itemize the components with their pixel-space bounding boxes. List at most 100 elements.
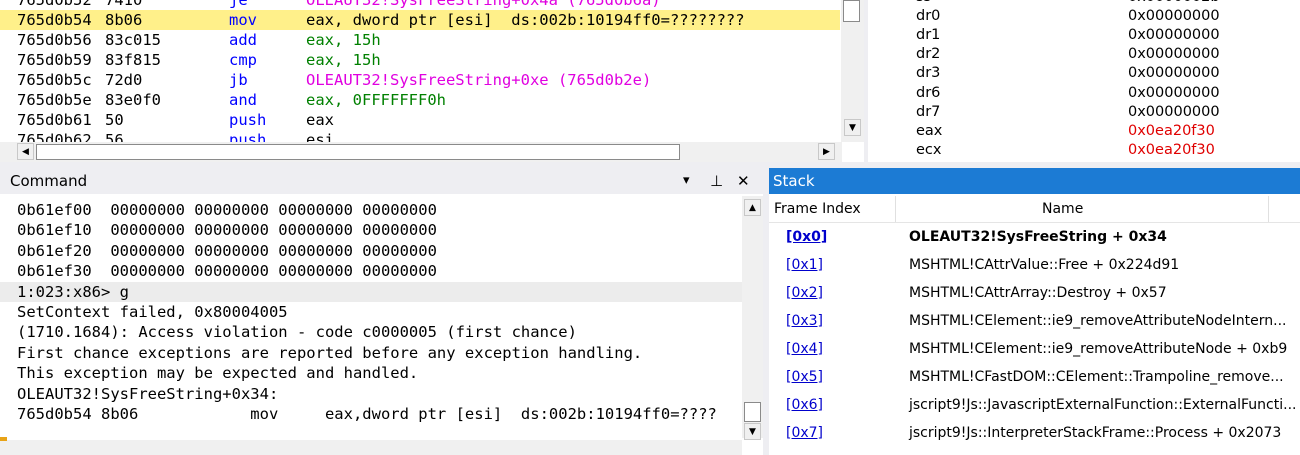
operand: eax [306, 111, 334, 129]
register-row[interactable]: eax 0x0ea20f30 [868, 122, 1298, 141]
register-name: dr0 [916, 8, 941, 25]
register-name: eax [916, 122, 943, 139]
operand: eax, 15h [306, 31, 381, 49]
stack-pane[interactable]: Stack Frame Index Name [0x0] OLEAUT32!Sys… [769, 168, 1300, 455]
disassembly-row[interactable]: 765d0b59 83f815 cmp eax, 15h [0, 50, 840, 70]
command-output-line: (1710.1684): Access violation - code c00… [17, 323, 577, 342]
chevron-down-icon: ▼ [749, 426, 756, 437]
scroll-up-button[interactable]: ▲ [744, 199, 761, 216]
stack-frame-row[interactable]: [0x0] OLEAUT32!SysFreeString + 0x34 [769, 223, 1300, 251]
stack-frame-row[interactable]: [0x4] MSHTML!CElement::ie9_removeAttribut… [769, 335, 1300, 363]
stack-frame-row[interactable]: [0x5] MSHTML!CFastDOM::CElement::Trampoli… [769, 363, 1300, 391]
frame-index-link[interactable]: [0x0] [786, 223, 827, 251]
disassembly-row[interactable]: 765d0b54 8b06 mov eax, dword ptr [esi] ds:0… [0, 10, 840, 30]
mnemonic: cmp [229, 51, 257, 69]
register-value[interactable]: 0x00000000 [1128, 84, 1220, 103]
close-icon[interactable]: ✕ [737, 168, 750, 194]
address: 765d0b56 [17, 31, 92, 49]
frame-name: MSHTML!CElement::ie9_removeAttributeNode… [909, 313, 1287, 329]
chevron-right-icon: ▶ [823, 146, 830, 157]
operand: eax, dword ptr [esi] ds:002b:10194ff0=??… [306, 11, 745, 29]
register-row[interactable]: dr0 0x00000000 [868, 7, 1298, 26]
column-header-name[interactable]: Name [1042, 196, 1083, 222]
frame-index-link[interactable]: [0x6] [786, 391, 823, 419]
scrollbar-thumb[interactable] [36, 144, 680, 160]
command-output-line: OLEAUT32!SysFreeString+0x34: [17, 384, 279, 403]
command-horizontal-scrollbar[interactable] [0, 440, 742, 455]
opcode-bytes: 83e0f0 [105, 91, 161, 109]
registers-pane[interactable]: ss0x0000002bdr00x00000000dr10x00000000dr… [868, 0, 1300, 162]
command-pane[interactable]: Command ▾ ⊥ ✕ 0b61ef00 00000000 00000000… [0, 168, 763, 455]
command-output-line: 765d0b54 8b06 mov eax,dword ptr [esi] ds… [17, 405, 717, 423]
chevron-down-icon: ▼ [849, 122, 856, 133]
scrollbar-thumb[interactable] [744, 402, 761, 422]
disassembly-horizontal-scrollbar[interactable]: ◀ ▶ [0, 142, 842, 162]
disassembly-pane[interactable]: 765d0b52 7410 je OLEAUT32!SysFreeString+0x4… [0, 0, 864, 162]
scroll-right-button[interactable]: ▶ [818, 143, 835, 160]
stack-frame-row[interactable]: [0x2] MSHTML!CAttrArray::Destroy + 0x57 [769, 279, 1300, 307]
column-divider[interactable] [1268, 196, 1269, 222]
frame-index-link[interactable]: [0x2] [786, 279, 823, 307]
column-header-frame-index[interactable]: Frame Index [774, 196, 861, 222]
column-divider[interactable] [895, 196, 896, 222]
command-output-line: 0b61ef10 00000000 00000000 00000000 0000… [17, 221, 437, 240]
command-output-line: 0b61ef30 00000000 00000000 00000000 0000… [17, 262, 437, 281]
command-title-bar: Command ▾ ⊥ ✕ [0, 168, 763, 194]
frame-name: MSHTML!CFastDOM::CElement::Trampoline_re… [909, 369, 1284, 385]
disassembly-vertical-scrollbar[interactable]: ▼ [841, 0, 864, 142]
register-row[interactable]: dr1 0x00000000 [868, 26, 1298, 45]
stack-frame-row[interactable]: [0x3] MSHTML!CElement::ie9_removeAttribut… [769, 307, 1300, 335]
operand: OLEAUT32!SysFreeString+0xe (765d0b2e) [306, 71, 652, 89]
chevron-left-icon: ◀ [22, 146, 29, 157]
frame-index-link[interactable]: [0x4] [786, 335, 823, 363]
register-value[interactable]: 0x0ea20f30 [1128, 141, 1215, 160]
register-row[interactable]: ss 0x0000002b [868, 0, 1298, 7]
mnemonic: jb [229, 71, 248, 89]
scroll-left-button[interactable]: ◀ [17, 143, 34, 160]
address: 765d0b52 [17, 0, 92, 9]
register-row[interactable]: dr3 0x00000000 [868, 64, 1298, 83]
scrollbar-thumb[interactable] [843, 0, 860, 22]
stack-frame-row[interactable]: [0x6] jscript9!Js::JavascriptExternalFunc… [769, 391, 1300, 419]
register-value[interactable]: 0x00000000 [1128, 7, 1220, 26]
scroll-down-button[interactable]: ▼ [744, 423, 761, 440]
register-name: dr2 [916, 46, 941, 63]
register-row[interactable]: dr2 0x00000000 [868, 45, 1298, 64]
register-value[interactable]: 0x00000000 [1128, 103, 1220, 122]
disassembly-row[interactable]: 765d0b61 50 push eax [0, 110, 840, 130]
register-row[interactable]: ecx 0x0ea20f30 [868, 141, 1298, 160]
frame-index-link[interactable]: [0x3] [786, 307, 823, 335]
frame-index-link[interactable]: [0x5] [786, 363, 823, 391]
frame-index-link[interactable]: [0x7] [786, 419, 823, 447]
register-row[interactable]: dr6 0x00000000 [868, 84, 1298, 103]
address: 765d0b59 [17, 51, 92, 69]
mnemonic: mov [229, 11, 257, 29]
disassembly-row[interactable]: 765d0b52 7410 je OLEAUT32!SysFreeString+0x4… [0, 0, 840, 10]
disassembly-row[interactable]: 765d0b56 83c015 add eax, 15h [0, 30, 840, 50]
pin-icon[interactable]: ⊥ [710, 168, 723, 194]
stack-frame-row[interactable]: [0x1] MSHTML!CAttrValue::Free + 0x224d91 [769, 251, 1300, 279]
disassembly-row[interactable]: 765d0b5c 72d0 jb OLEAUT32!SysFreeString+0xe… [0, 70, 840, 90]
command-vertical-scrollbar[interactable]: ▲ ▼ [742, 196, 763, 440]
register-name: dr6 [916, 84, 941, 101]
frame-name: MSHTML!CAttrArray::Destroy + 0x57 [909, 285, 1167, 301]
register-value[interactable]: 0x0000002b [1128, 0, 1220, 7]
register-row[interactable]: dr7 0x00000000 [868, 103, 1298, 122]
register-value[interactable]: 0x00000000 [1128, 64, 1220, 83]
command-title: Command [10, 172, 88, 190]
frame-index-link[interactable]: [0x1] [786, 251, 823, 279]
frame-name: jscript9!Js::InterpreterStackFrame::Proc… [909, 425, 1282, 441]
operand: eax, 15h [306, 51, 381, 69]
stack-title-bar: Stack [769, 168, 1300, 194]
register-value[interactable]: 0x00000000 [1128, 45, 1220, 64]
opcode-bytes: 72d0 [105, 71, 143, 89]
register-value[interactable]: 0x0ea20f30 [1128, 122, 1215, 141]
frame-name: jscript9!Js::JavascriptExternalFunction:… [909, 397, 1297, 413]
scroll-down-button[interactable]: ▼ [844, 119, 861, 136]
chevron-down-icon[interactable]: ▾ [683, 168, 690, 194]
stack-frame-row[interactable]: [0x7] jscript9!Js::InterpreterStackFrame:… [769, 419, 1300, 447]
command-output-line: This exception may be expected and handl… [17, 364, 419, 383]
mnemonic: add [229, 31, 257, 49]
disassembly-row[interactable]: 765d0b5e 83e0f0 and eax, 0FFFFFFF0h [0, 90, 840, 110]
register-value[interactable]: 0x00000000 [1128, 26, 1220, 45]
